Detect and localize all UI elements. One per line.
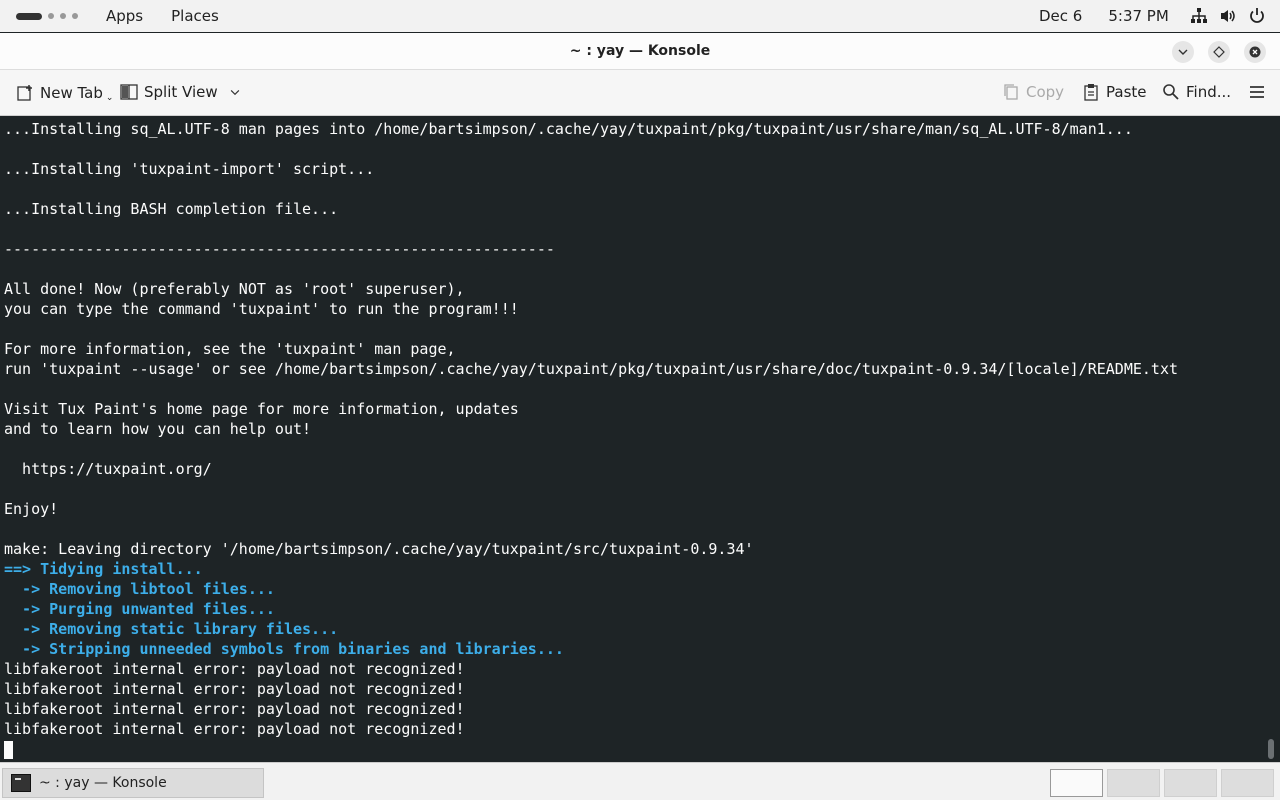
terminal-line: make: Leaving directory '/home/bartsimps… xyxy=(4,540,754,558)
terminal-line: ...Installing sq_AL.UTF-8 man pages into… xyxy=(4,120,1133,138)
konsole-window: ~ : yay — Konsole New Tab ⌄ Split View C… xyxy=(0,33,1280,762)
split-view-button[interactable]: Split View xyxy=(120,83,242,101)
close-icon xyxy=(1249,46,1261,58)
terminal-line: All done! Now (preferably NOT as 'root' … xyxy=(4,280,465,298)
terminal-lines: ...Installing sq_AL.UTF-8 man pages into… xyxy=(4,119,1280,739)
places-menu[interactable]: Places xyxy=(171,7,219,25)
clock-time: 5:37 PM xyxy=(1108,7,1169,25)
network-icon[interactable] xyxy=(1190,7,1209,25)
workspace-indicator-dot xyxy=(48,13,54,19)
copy-label: Copy xyxy=(1026,83,1065,101)
paste-button[interactable]: Paste xyxy=(1082,83,1147,101)
terminal-line: -> Removing libtool files... xyxy=(4,580,275,598)
workspace-indicator-dot xyxy=(60,13,66,19)
new-tab-button[interactable]: New Tab ⌄ xyxy=(16,83,113,103)
paste-label: Paste xyxy=(1106,83,1147,101)
text-cursor xyxy=(4,740,13,759)
copy-button[interactable]: Copy xyxy=(1002,83,1064,101)
workspace-switcher-1[interactable] xyxy=(1050,769,1103,797)
terminal-output[interactable]: ...Installing sq_AL.UTF-8 man pages into… xyxy=(0,117,1280,762)
volume-icon[interactable] xyxy=(1219,7,1238,25)
window-title: ~ : yay — Konsole xyxy=(569,43,711,59)
taskbar: ~ : yay — Konsole xyxy=(0,762,1280,800)
terminal-icon xyxy=(11,774,31,792)
terminal-line: ==> Tidying install... xyxy=(4,560,203,578)
workspace-indicator-active xyxy=(16,12,42,20)
hamburger-menu-icon xyxy=(1250,86,1264,98)
chevron-down-icon: ⌄ xyxy=(105,93,114,103)
terminal-line: For more information, see the 'tuxpaint'… xyxy=(4,340,456,358)
terminal-line: Visit Tux Paint's home page for more inf… xyxy=(4,400,519,418)
terminal-line: -> Purging unwanted files... xyxy=(4,600,275,618)
workspace-switcher-3[interactable] xyxy=(1164,769,1217,797)
copy-icon xyxy=(1004,84,1018,100)
terminal-line: Enjoy! xyxy=(4,500,59,518)
terminal-line: run 'tuxpaint --usage' or see /home/bart… xyxy=(4,360,1178,378)
diamond-icon xyxy=(1213,46,1225,58)
find-button[interactable]: Find... xyxy=(1162,83,1231,101)
terminal-line: ...Installing 'tuxpaint-import' script..… xyxy=(4,160,375,178)
hamburger-menu-button[interactable] xyxy=(1248,83,1266,101)
terminal-line: https://tuxpaint.org/ xyxy=(4,460,212,478)
minimize-button[interactable] xyxy=(1172,41,1194,63)
split-view-icon xyxy=(120,84,138,100)
activities-button[interactable] xyxy=(16,12,86,20)
new-tab-icon xyxy=(17,85,32,101)
clock[interactable]: Dec 6 5:37 PM xyxy=(1039,7,1169,25)
terminal-line: -> Stripping unneeded symbols from binar… xyxy=(4,640,564,658)
split-view-label: Split View xyxy=(144,83,218,101)
paste-icon xyxy=(1084,84,1098,101)
power-icon[interactable] xyxy=(1248,7,1267,25)
terminal-line: -> Removing static library files... xyxy=(4,620,339,638)
terminal-scrollbar[interactable] xyxy=(1268,739,1274,759)
workspace-switcher-2[interactable] xyxy=(1107,769,1160,797)
terminal-line: ----------------------------------------… xyxy=(4,240,555,258)
maximize-button[interactable] xyxy=(1208,41,1230,63)
find-label: Find... xyxy=(1186,83,1232,101)
konsole-toolbar: New Tab ⌄ Split View Copy Paste Find... xyxy=(0,70,1280,116)
system-tray[interactable] xyxy=(1190,7,1267,25)
terminal-line: libfakeroot internal error: payload not … xyxy=(4,700,465,718)
terminal-line: libfakeroot internal error: payload not … xyxy=(4,680,465,698)
search-icon xyxy=(1163,84,1179,100)
taskbar-window-label: ~ : yay — Konsole xyxy=(39,775,167,791)
apps-menu[interactable]: Apps xyxy=(106,7,143,25)
workspace-indicator-dot xyxy=(72,13,78,19)
close-button[interactable] xyxy=(1244,41,1266,63)
chevron-down-icon xyxy=(1178,49,1188,55)
terminal-line: ...Installing BASH completion file... xyxy=(4,200,339,218)
top-panel: Apps Places Dec 6 5:37 PM xyxy=(0,0,1280,32)
terminal-prompt-line xyxy=(4,739,1280,759)
clock-date: Dec 6 xyxy=(1039,7,1083,25)
window-titlebar[interactable]: ~ : yay — Konsole xyxy=(0,33,1280,70)
terminal-line: libfakeroot internal error: payload not … xyxy=(4,660,465,678)
chevron-down-icon xyxy=(230,90,239,96)
terminal-line: libfakeroot internal error: payload not … xyxy=(4,720,465,738)
terminal-line: and to learn how you can help out! xyxy=(4,420,312,438)
workspace-switcher-4[interactable] xyxy=(1221,769,1274,797)
taskbar-window-konsole[interactable]: ~ : yay — Konsole xyxy=(2,768,264,798)
new-tab-label: New Tab xyxy=(40,84,103,102)
terminal-line: you can type the command 'tuxpaint' to r… xyxy=(4,300,519,318)
